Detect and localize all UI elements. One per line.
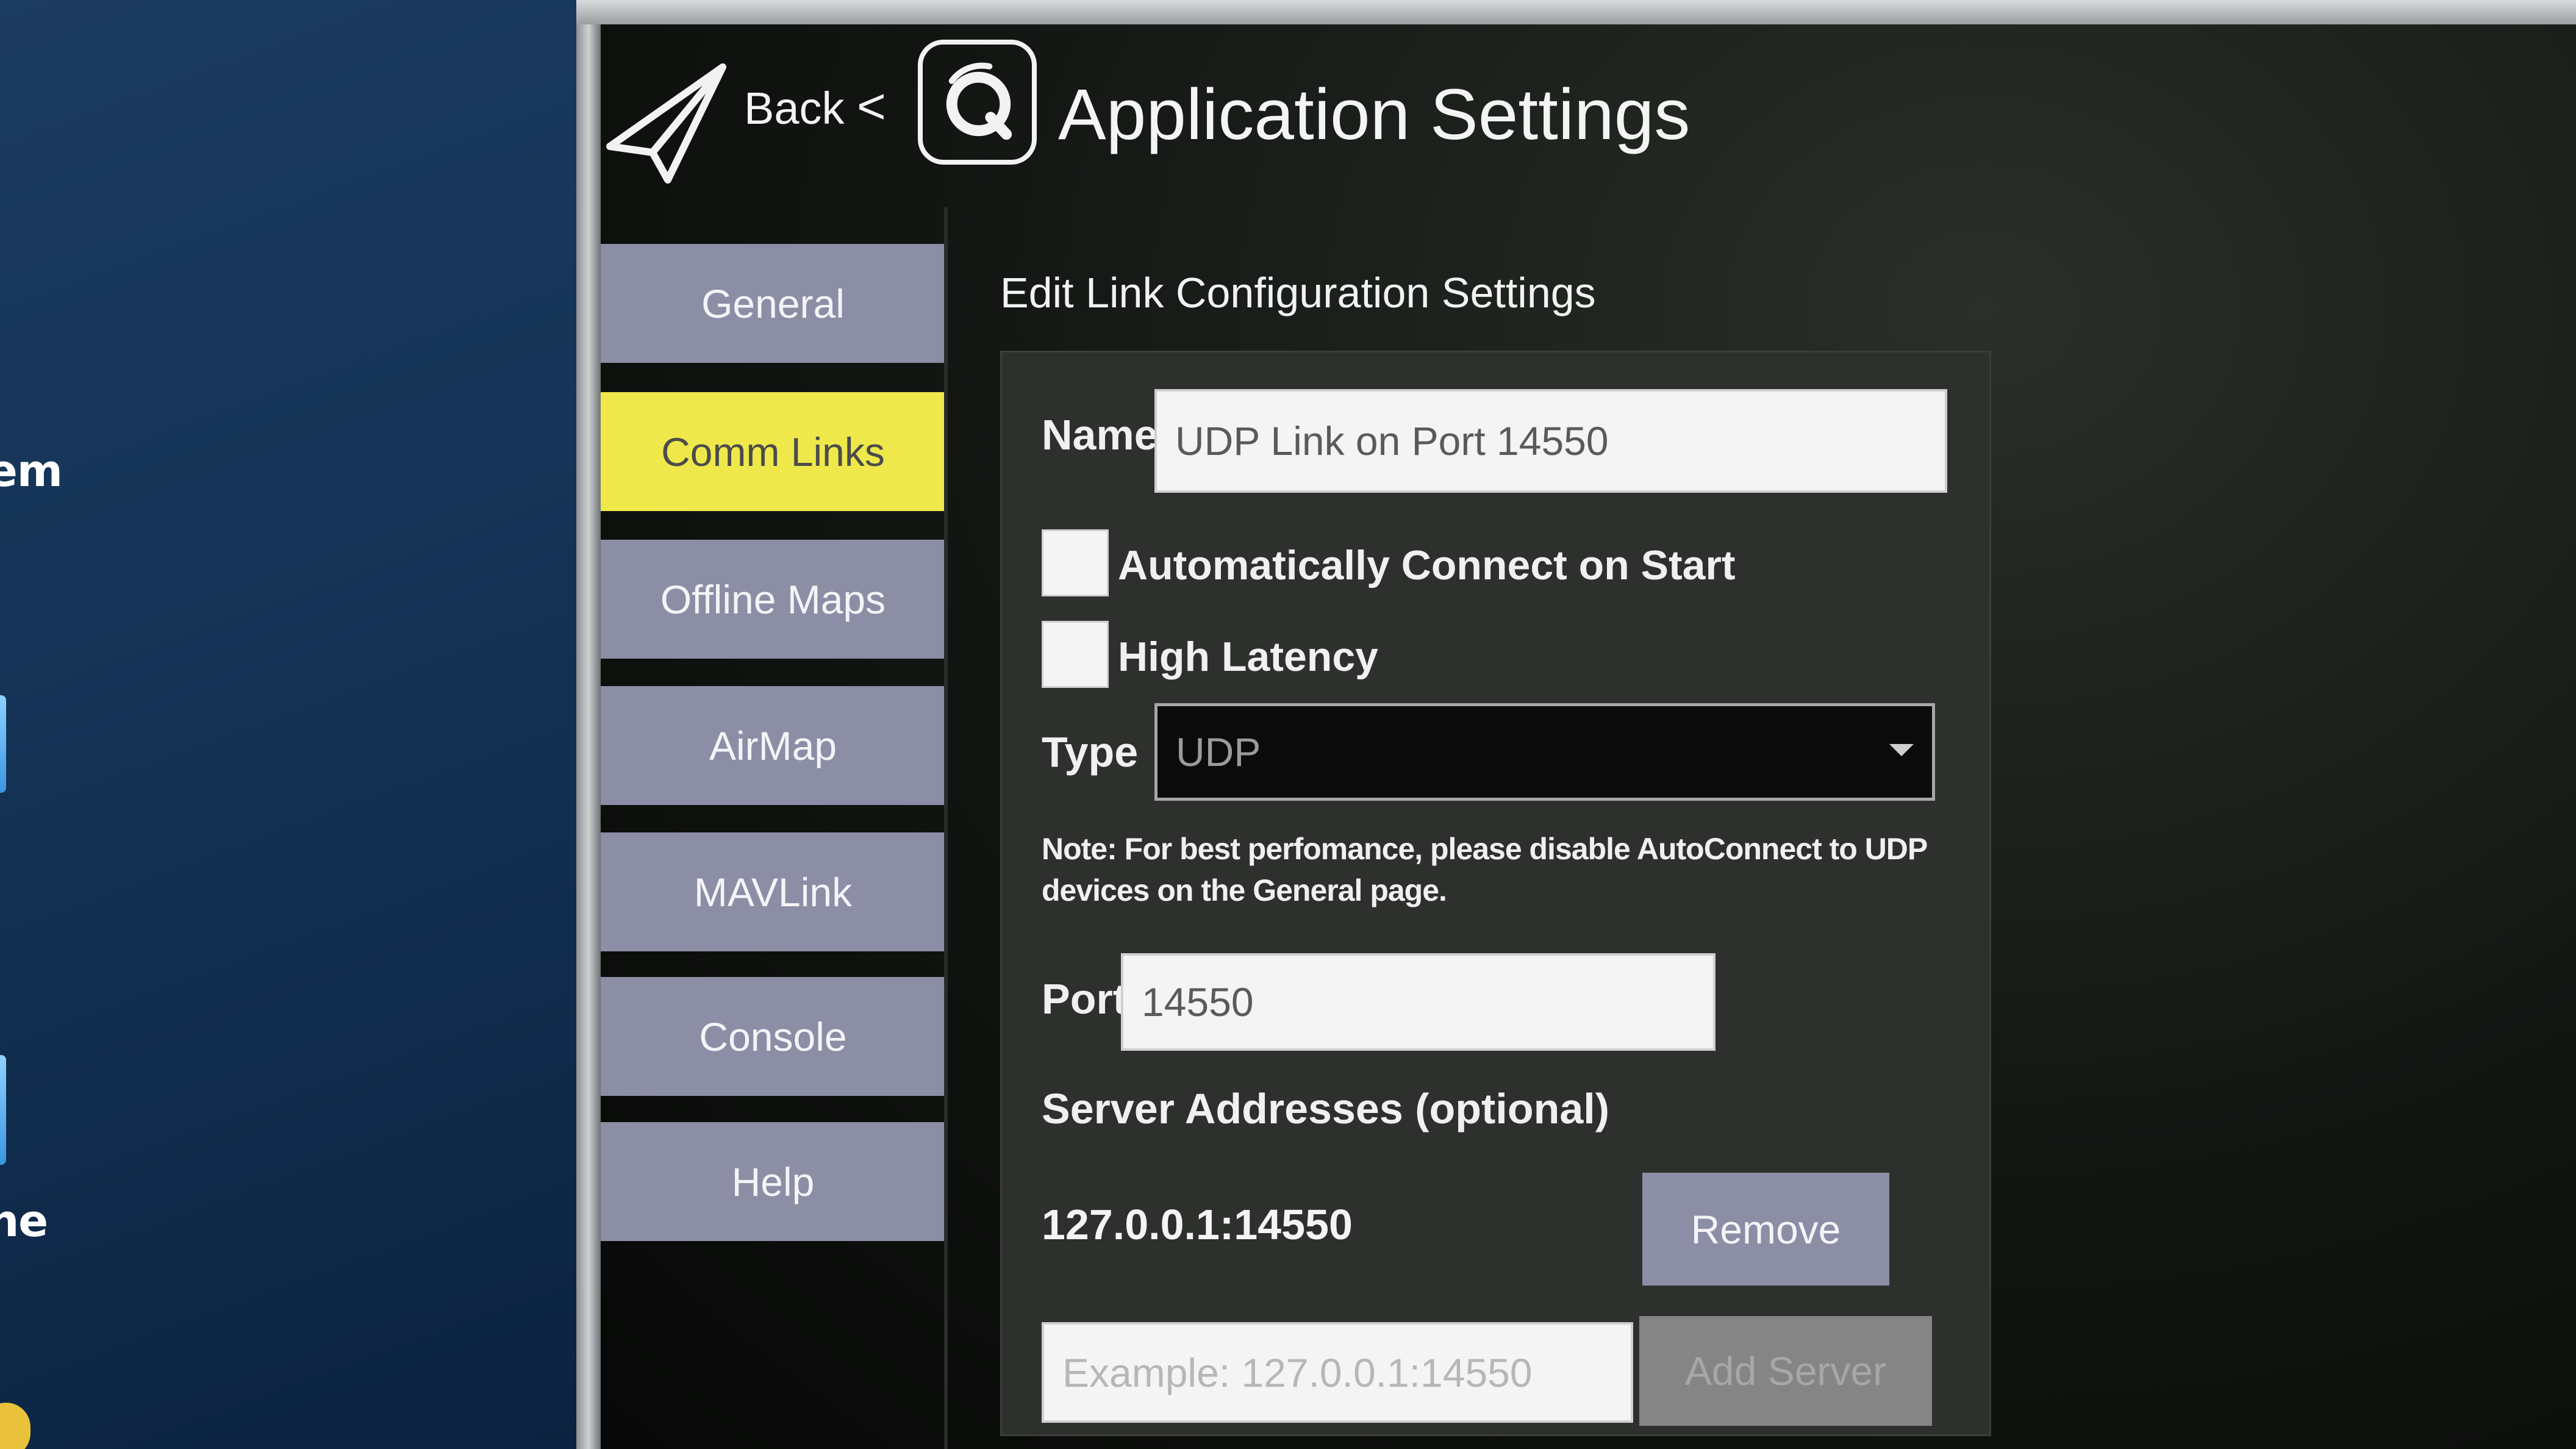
chevron-left-icon[interactable]: < (857, 78, 886, 135)
section-title: Edit Link Configuration Settings (1000, 269, 1596, 317)
server-addresses-label: Server Addresses (optional) (1042, 1085, 1610, 1132)
port-label: Port (1042, 975, 1127, 1023)
name-label: Name (1042, 411, 1158, 459)
back-button[interactable]: Back (744, 82, 845, 134)
page-title: Application Settings (1058, 74, 1690, 155)
desktop-icon-label[interactable]: em (0, 445, 63, 496)
desktop-app-icon[interactable] (0, 695, 6, 793)
name-field[interactable]: UDP Link on Port 14550 (1154, 389, 1947, 493)
type-label: Type (1042, 728, 1139, 776)
udp-note: Note: For best perfomance, please disabl… (1042, 832, 1927, 907)
sidebar-item-airmap[interactable]: AirMap (601, 686, 945, 805)
sidebar-item-mavlink[interactable]: MAVLink (601, 832, 945, 951)
type-dropdown-value: UDP (1176, 729, 1261, 775)
new-server-input[interactable]: Example: 127.0.0.1:14550 (1042, 1322, 1633, 1423)
sidebar-item-console[interactable]: Console (601, 977, 945, 1096)
sidebar-item-comm-links[interactable]: Comm Links (601, 392, 945, 511)
settings-sidebar: General Comm Links Offline Maps AirMap M… (601, 207, 948, 1449)
server-address-item: 127.0.0.1:14550 (1042, 1201, 1353, 1248)
sidebar-item-offline-maps[interactable]: Offline Maps (601, 540, 945, 659)
desktop-app-icon[interactable] (0, 1403, 30, 1449)
qgc-logo-icon (918, 40, 1037, 165)
high-latency-label: High Latency (1118, 634, 1378, 680)
auto-connect-label: Automatically Connect on Start (1118, 542, 1736, 589)
app-header: Back < Application Settings (601, 24, 2576, 207)
auto-connect-checkbox[interactable] (1042, 529, 1109, 596)
sidebar-item-general[interactable]: General (601, 244, 945, 363)
sidebar-item-help[interactable]: Help (601, 1122, 945, 1241)
monitor-bezel-top (576, 0, 2576, 24)
link-config-panel: Name UDP Link on Port 14550 Automaticall… (1000, 351, 1991, 1436)
desktop-icon-label[interactable]: ne (0, 1195, 48, 1247)
desktop-app-icon[interactable] (0, 1055, 6, 1165)
monitor-bezel (576, 0, 601, 1449)
sidebar-divider (944, 207, 948, 1449)
high-latency-checkbox[interactable] (1042, 621, 1109, 688)
add-server-button[interactable]: Add Server (1639, 1316, 1932, 1426)
qgroundcontrol-window: Back < Application Settings General Comm… (601, 24, 2576, 1449)
desktop-background: em ne (0, 0, 592, 1449)
type-dropdown[interactable]: UDP (1154, 703, 1935, 801)
paper-plane-icon[interactable] (601, 55, 729, 189)
screen: em ne Back < Application Settings Genera… (0, 0, 2576, 1449)
port-field[interactable]: 14550 (1121, 953, 1716, 1051)
chevron-down-icon (1889, 744, 1914, 756)
remove-server-button[interactable]: Remove (1642, 1173, 1889, 1286)
